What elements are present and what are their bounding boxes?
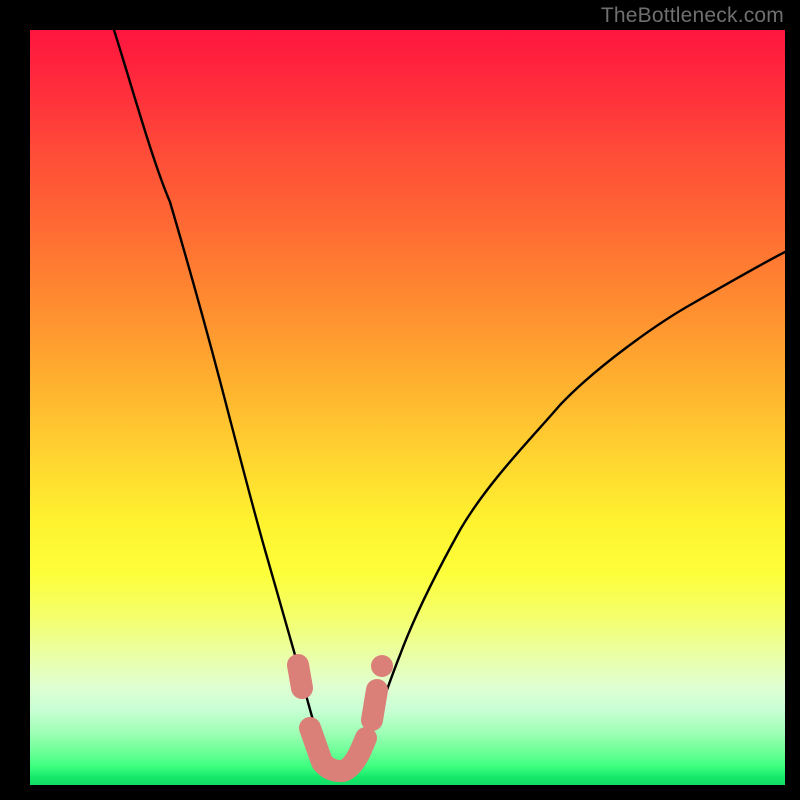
chart-frame: TheBottleneck.com: [0, 0, 800, 800]
curve-layer: [30, 30, 785, 785]
trough-markers: [298, 665, 382, 771]
plot-area: [30, 30, 785, 785]
watermark-text: TheBottleneck.com: [601, 4, 784, 28]
curve-right-branch: [338, 252, 785, 772]
